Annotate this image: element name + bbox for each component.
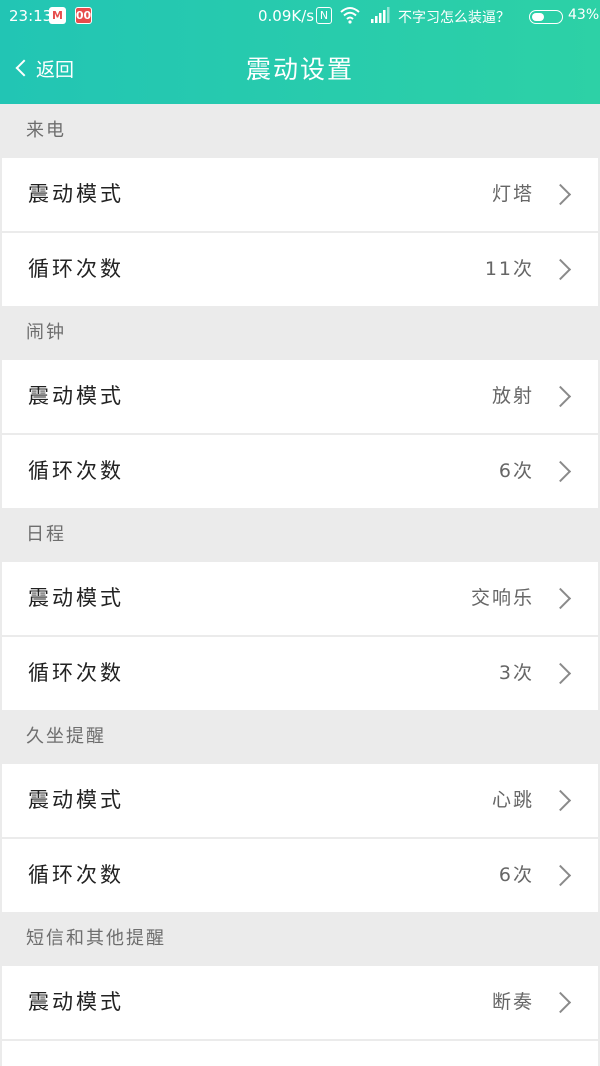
carrier-name: 不字习怎么装逼？ xyxy=(398,10,510,26)
vibration-mode-row[interactable]: 震动模式 断奏 xyxy=(2,966,598,1039)
row-label: 循环次数 xyxy=(28,257,124,281)
loop-count-row[interactable]: 循环次数 3次 xyxy=(2,1041,598,1066)
chevron-right-icon xyxy=(549,183,572,206)
wifi-icon xyxy=(340,6,360,28)
battery-fill xyxy=(532,13,544,21)
section-header: 短信和其他提醒 xyxy=(0,912,600,966)
row-value: 灯塔 xyxy=(491,183,534,205)
title-bar: 返回 震动设置 xyxy=(0,32,600,104)
row-label: 循环次数 xyxy=(28,1041,124,1066)
row-label: 震动模式 xyxy=(28,990,124,1014)
loop-count-row[interactable]: 循环次数 6次 xyxy=(2,839,598,912)
chevron-right-icon xyxy=(549,460,572,483)
row-value: 3次 xyxy=(499,1041,534,1066)
row-label: 震动模式 xyxy=(28,384,124,408)
chevron-right-icon xyxy=(549,864,572,887)
chevron-right-icon xyxy=(549,991,572,1014)
row-label: 循环次数 xyxy=(28,863,124,887)
row-value: 放射 xyxy=(491,385,534,407)
row-label: 循环次数 xyxy=(28,459,124,483)
row-value: 6次 xyxy=(498,460,534,482)
page-title: 震动设置 xyxy=(245,55,354,84)
battery-percent: 43% xyxy=(568,7,600,23)
status-time: 23:13 xyxy=(9,7,53,25)
signal-icon xyxy=(370,7,390,27)
section-header: 久坐提醒 xyxy=(0,710,600,764)
loop-count-row[interactable]: 循环次数 3次 xyxy=(2,637,598,710)
row-label: 循环次数 xyxy=(28,661,124,685)
row-value: 6次 xyxy=(498,864,534,886)
row-label: 震动模式 xyxy=(28,788,124,812)
row-label: 震动模式 xyxy=(28,182,124,206)
loop-count-row[interactable]: 循环次数 11次 xyxy=(2,233,598,306)
section-header: 闹钟 xyxy=(0,306,600,360)
section-header: 日程 xyxy=(0,508,600,562)
vibration-mode-row[interactable]: 震动模式 放射 xyxy=(2,360,598,433)
row-label: 震动模式 xyxy=(28,586,124,610)
row-value: 断奏 xyxy=(491,991,534,1013)
vibration-mode-row[interactable]: 震动模式 交响乐 xyxy=(2,562,598,635)
row-value: 心跳 xyxy=(491,789,534,811)
vibration-settings-screen: 23:13 M 00 0.09K/s N 不字习怎么装逼？ 43% 返回 震动设… xyxy=(0,0,600,1066)
row-value: 3次 xyxy=(498,662,534,684)
nfc-icon: N xyxy=(316,7,332,24)
chevron-right-icon xyxy=(549,385,572,408)
chevron-right-icon xyxy=(549,587,572,610)
loop-count-row[interactable]: 循环次数 6次 xyxy=(2,435,598,508)
settings-list: 来电 震动模式 灯塔 循环次数 11次 闹钟 震动模式 放射 循环次数 6次 日程 震动模式 交响乐 循环… xyxy=(0,104,600,1066)
status-bar: 23:13 M 00 0.09K/s N 不字习怎么装逼？ 43% xyxy=(0,0,600,32)
vibration-mode-row[interactable]: 震动模式 心跳 xyxy=(2,764,598,837)
row-value: 11次 xyxy=(484,258,534,280)
chevron-right-icon xyxy=(549,258,572,281)
chevron-right-icon xyxy=(549,789,572,812)
chevron-right-icon xyxy=(549,662,572,685)
app-notification-icon: 00 xyxy=(75,7,92,24)
section-header: 来电 xyxy=(0,104,600,158)
mail-notification-icon: M xyxy=(49,7,66,24)
row-value: 交响乐 xyxy=(470,587,534,609)
network-speed: 0.09K/s xyxy=(258,7,315,25)
battery-icon xyxy=(529,10,563,24)
vibration-mode-row[interactable]: 震动模式 灯塔 xyxy=(2,158,598,231)
